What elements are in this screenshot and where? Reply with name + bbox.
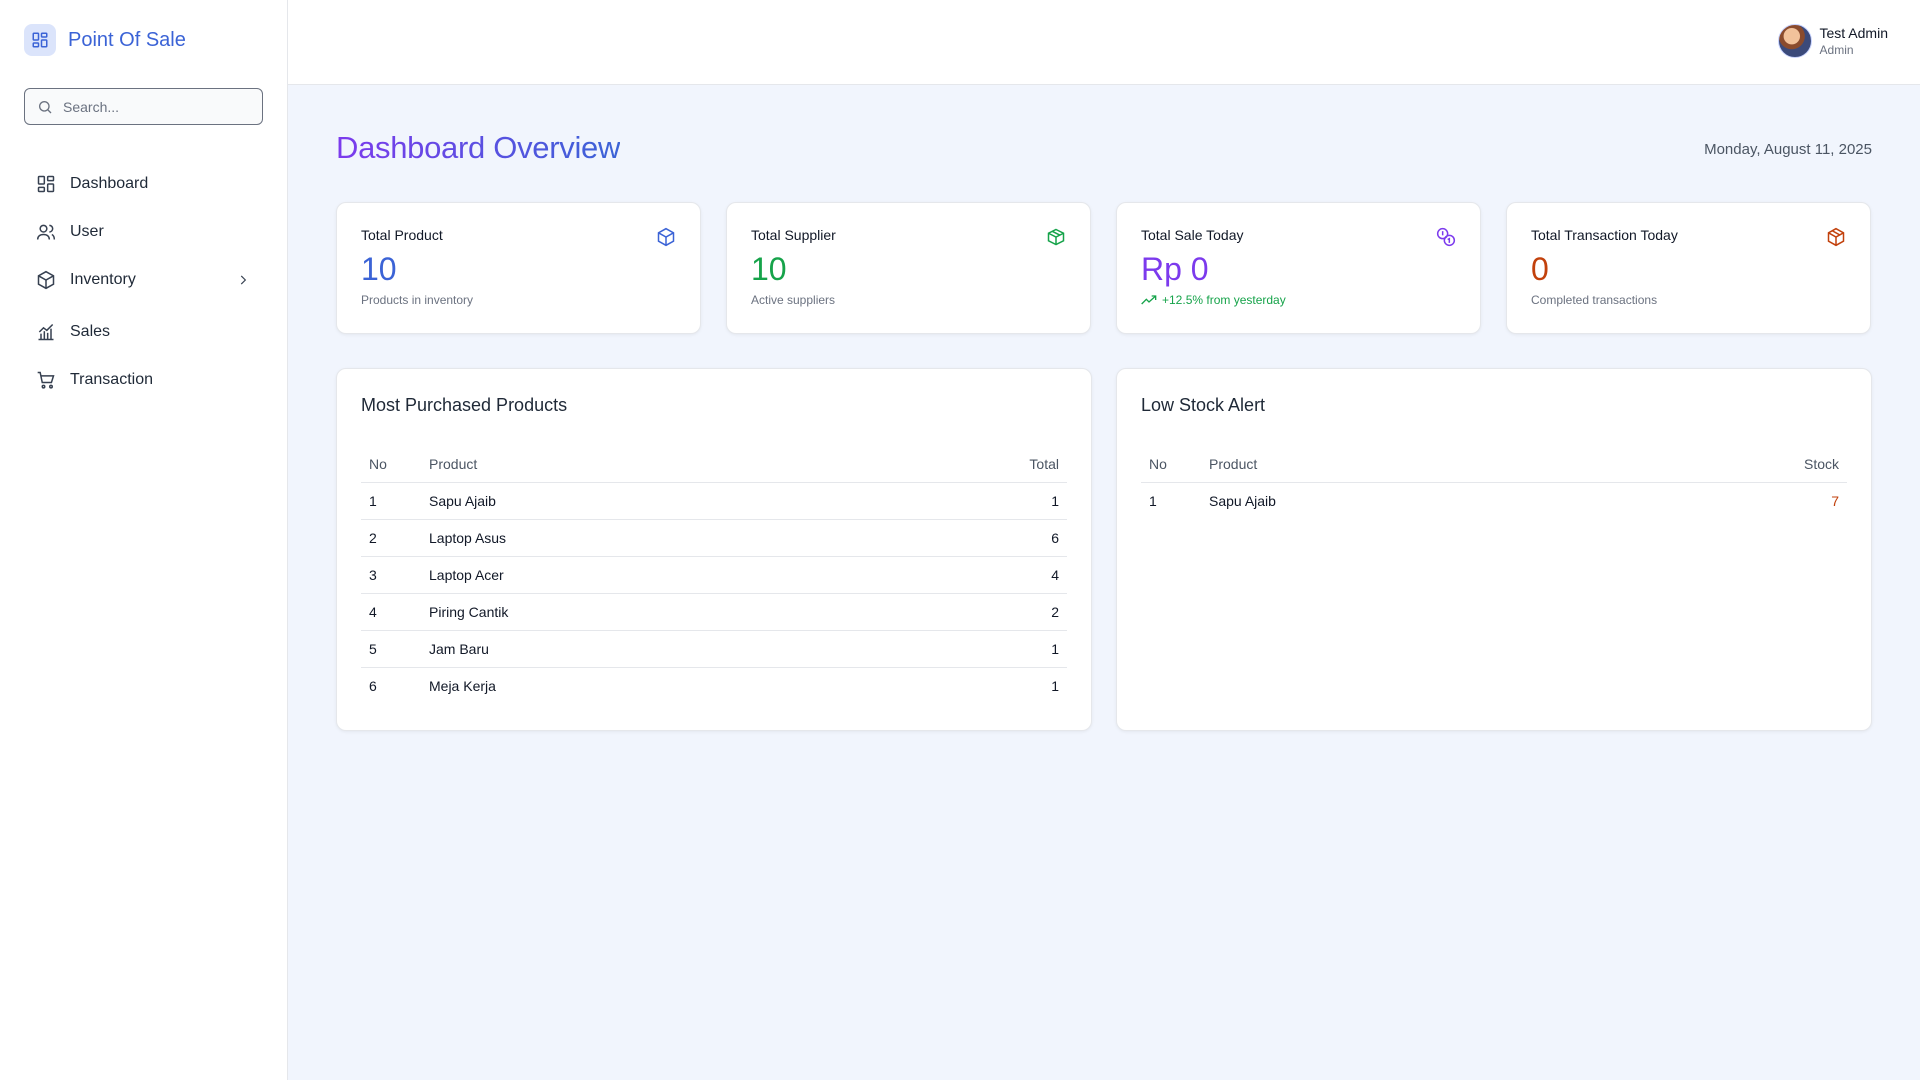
topbar: Test Admin Admin	[288, 0, 1920, 85]
cell-no: 5	[361, 630, 421, 668]
panel-title: Most Purchased Products	[361, 395, 568, 415]
stat-sub: Active suppliers	[751, 293, 1066, 307]
cell-no: 3	[361, 556, 421, 594]
stat-sub-text: +12.5% from yesterday	[1162, 293, 1286, 307]
table-row: 1 Sapu Ajaib 1	[361, 482, 1067, 520]
stat-card-total-product: Total Product 10 Products in inventory	[336, 202, 701, 334]
column-header: No	[1141, 446, 1201, 483]
cell-product: Piring Cantik	[421, 593, 859, 631]
sidebar-item-label: Dashboard	[70, 175, 149, 192]
cell-no: 1	[361, 482, 421, 520]
page-title: Dashboard Overview	[336, 130, 621, 165]
users-icon	[36, 224, 56, 240]
app-title: Point Of Sale	[68, 28, 186, 51]
stat-value: 10	[361, 251, 397, 287]
user-info: Test Admin Admin	[1820, 24, 1888, 58]
stat-label: Total Sale Today	[1141, 227, 1244, 243]
sidebar-item-dashboard[interactable]: Dashboard	[24, 160, 264, 208]
user-name: Test Admin	[1819, 25, 1888, 41]
cell-product: Jam Baru	[421, 630, 859, 668]
stat-sub: Completed transactions	[1531, 293, 1846, 307]
table-row: 4 Piring Cantik 2	[361, 593, 1067, 631]
cell-total: 4	[858, 556, 1067, 594]
cube-icon	[657, 227, 675, 247]
cell-product: Laptop Acer	[421, 556, 859, 594]
stat-label: Total Supplier	[751, 227, 836, 243]
sidebar-item-inventory[interactable]: Inventory	[24, 256, 264, 304]
search-box[interactable]	[24, 88, 263, 125]
sidebar-item-transaction[interactable]: Transaction	[24, 356, 264, 404]
cart-icon	[37, 371, 55, 389]
stat-sub: Products in inventory	[361, 293, 676, 307]
stat-sub-text: Products in inventory	[361, 293, 474, 307]
column-header: Total	[858, 446, 1067, 483]
sidebar-item-label: Inventory	[70, 271, 136, 288]
column-header: Stock	[1601, 446, 1847, 483]
coins-icon	[1436, 227, 1456, 247]
sidebar-item-label: Transaction	[70, 371, 153, 388]
brand[interactable]: Point Of Sale	[24, 24, 186, 56]
cell-total: 1	[858, 630, 1067, 668]
most-purchased-panel: Most Purchased Products No Product Total…	[336, 368, 1092, 731]
chevron-right-icon[interactable]	[236, 273, 250, 287]
column-header: Product	[421, 446, 859, 483]
table-row: 6 Meja Kerja 1	[361, 667, 1067, 704]
table-row: 3 Laptop Acer 4	[361, 556, 1067, 594]
current-date: Monday, August 11, 2025	[1704, 141, 1872, 158]
cell-product: Sapu Ajaib	[1209, 492, 1276, 509]
search-input[interactable]	[63, 98, 243, 115]
stat-label: Total Transaction Today	[1531, 227, 1678, 243]
stat-sub-text: Active suppliers	[751, 293, 836, 307]
panel-title: Low Stock Alert	[1141, 395, 1266, 415]
trending-up-icon	[1141, 295, 1157, 305]
chart-icon	[38, 323, 54, 341]
stat-sub-text: Completed transactions	[1531, 293, 1658, 307]
dashboard-logo-icon	[24, 24, 56, 56]
stat-card-total-sale-today: Total Sale Today Rp 0 +12.5% from yester…	[1116, 202, 1481, 334]
cell-total: 2	[858, 593, 1067, 631]
table-row: 1 Sapu Ajaib 7	[1141, 482, 1847, 519]
cell-product: Laptop Asus	[421, 519, 859, 557]
box-icon	[37, 270, 55, 290]
user-role: Admin	[1819, 43, 1854, 57]
package-icon	[1047, 228, 1065, 246]
low-stock-table: No Product Stock 1 Sapu Ajaib 7	[1141, 446, 1847, 519]
cell-product: Meja Kerja	[429, 677, 496, 694]
stat-value: 10	[751, 251, 787, 287]
cell-no: 6	[369, 677, 377, 694]
stat-label: Total Product	[361, 227, 443, 243]
stat-card-total-supplier: Total Supplier 10 Active suppliers	[726, 202, 1091, 334]
user-menu[interactable]: Test Admin Admin	[1777, 24, 1888, 58]
table-row: 5 Jam Baru 1	[361, 630, 1067, 668]
parcel-icon	[1827, 227, 1845, 247]
search-icon	[39, 100, 52, 113]
sidebar: Point Of Sale Dashboard User Inventory	[0, 0, 288, 1080]
cell-total: 6	[858, 519, 1067, 557]
cell-no: 1	[1149, 492, 1157, 509]
stat-card-total-transaction-today: Total Transaction Today 0 Completed tran…	[1506, 202, 1871, 334]
sidebar-item-user[interactable]: User	[24, 208, 264, 256]
cell-total: 1	[858, 482, 1067, 520]
table-row: 2 Laptop Asus 6	[361, 519, 1067, 557]
stat-value: 0	[1531, 251, 1549, 287]
most-purchased-table: No Product Total 1 Sapu Ajaib 1 2 Laptop…	[361, 446, 1067, 704]
cell-total: 1	[1051, 677, 1059, 694]
sidebar-item-label: Sales	[70, 323, 111, 340]
cell-no: 2	[361, 519, 421, 557]
table-header-row: No Product Total	[361, 446, 1067, 483]
dashboard-icon	[37, 175, 55, 193]
column-header: Product	[1201, 446, 1601, 483]
stat-value: Rp 0	[1141, 251, 1209, 287]
column-header: No	[361, 446, 421, 483]
avatar[interactable]	[1777, 24, 1812, 58]
cell-product: Sapu Ajaib	[421, 482, 859, 520]
stat-sub: +12.5% from yesterday	[1141, 293, 1456, 307]
low-stock-panel: Low Stock Alert No Product Stock 1 Sapu …	[1116, 368, 1872, 731]
table-header-row: No Product Stock	[1141, 446, 1847, 483]
sidebar-nav: Dashboard User Inventory Sales Transacti…	[24, 160, 264, 404]
cell-stock: 7	[1831, 492, 1839, 509]
sidebar-item-label: User	[70, 223, 104, 240]
sidebar-item-sales[interactable]: Sales	[24, 308, 264, 356]
cell-no: 4	[361, 593, 421, 631]
